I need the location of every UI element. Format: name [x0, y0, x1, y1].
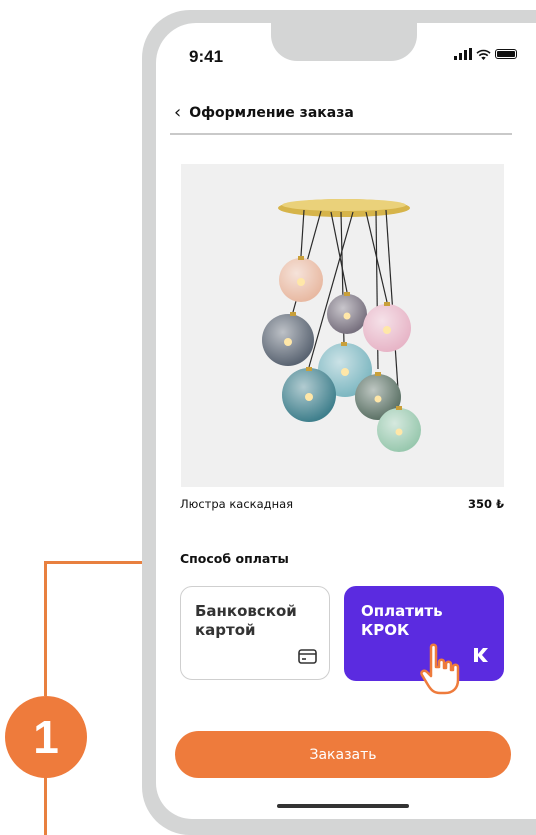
hand-pointer-icon: [420, 643, 460, 695]
page-title: Оформление заказа: [189, 105, 354, 121]
step-number-badge: 1: [5, 696, 87, 778]
nav-bar: ‹ Оформление заказа: [174, 104, 354, 122]
order-button[interactable]: Заказать: [175, 731, 511, 778]
phone-notch: [271, 18, 417, 61]
home-indicator: [277, 804, 409, 808]
nav-divider: [170, 133, 512, 135]
cascade-chandelier-image: [181, 164, 504, 487]
annotation-line-vertical-top: [44, 561, 47, 696]
payment-method-title: Способ оплаты: [180, 551, 289, 566]
chevron-left-icon[interactable]: ‹: [174, 104, 181, 122]
pay-by-card-option[interactable]: Банковской картой: [180, 586, 330, 680]
status-time: 9:41: [189, 47, 224, 66]
product-name: Люстра каскадная: [180, 497, 294, 511]
product-price: 350 ₺: [467, 497, 504, 511]
wifi-icon: [476, 49, 491, 60]
pay-by-card-label: Банковской картой: [195, 602, 297, 639]
pay-with-krok-label: Оплатить КРОК: [361, 602, 443, 639]
annotation-line-horizontal: [44, 561, 144, 564]
signal-icon: [454, 48, 472, 60]
credit-card-icon: [298, 649, 317, 664]
battery-icon: [495, 49, 517, 59]
krok-logo-icon: [474, 648, 488, 662]
annotation-line-vertical-bottom: [44, 776, 47, 835]
status-icons: [454, 48, 517, 60]
